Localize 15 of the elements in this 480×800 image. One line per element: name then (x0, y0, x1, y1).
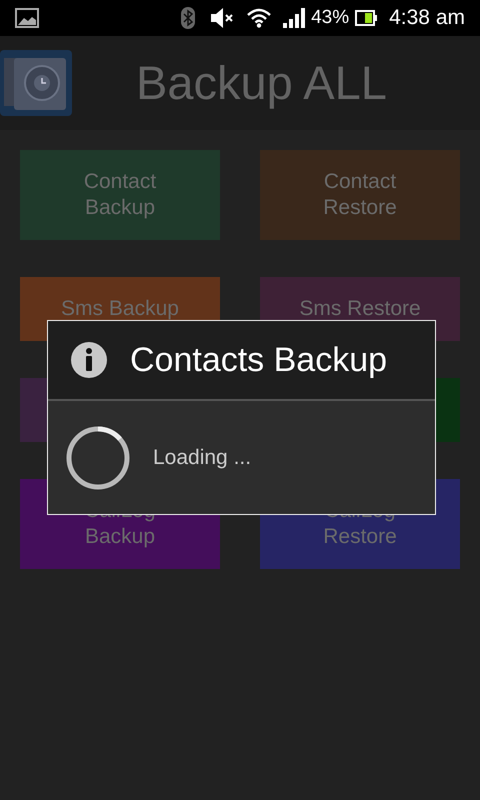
tile-button[interactable]: Contact Restore (260, 150, 460, 240)
picture-icon (15, 8, 39, 28)
battery-icon (355, 10, 378, 26)
safe-icon (0, 50, 72, 116)
info-icon (70, 341, 108, 379)
dialog-title: Contacts Backup (130, 340, 388, 380)
app-title: Backup ALL (136, 54, 387, 111)
signal-icon (283, 8, 308, 28)
loading-message: Loading ... (153, 444, 252, 471)
clock: 4:38 am (389, 5, 465, 32)
battery-percent: 43% (311, 6, 350, 30)
spinner-icon (65, 424, 131, 490)
wifi-icon (247, 8, 272, 28)
bluetooth-icon (181, 7, 196, 29)
tile-button[interactable]: Contact Backup (20, 150, 220, 240)
